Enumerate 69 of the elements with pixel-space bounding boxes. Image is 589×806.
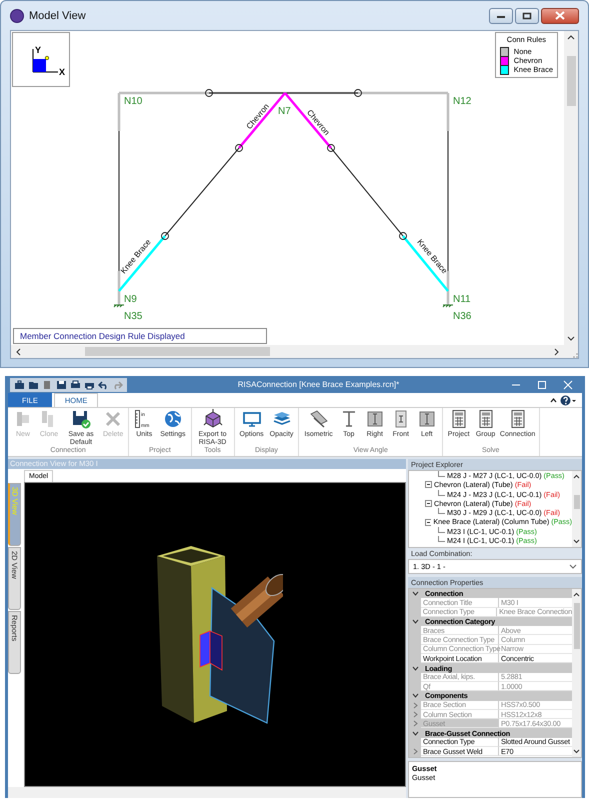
hinge-marker xyxy=(161,232,169,240)
hinge-marker xyxy=(205,89,213,97)
save-icon[interactable] xyxy=(56,380,67,390)
close-icon[interactable] xyxy=(562,380,574,390)
undo-icon[interactable] xyxy=(98,380,109,390)
expand-icon[interactable] xyxy=(412,748,418,756)
monitor-icon xyxy=(242,409,262,429)
collapse-icon[interactable] xyxy=(412,666,419,671)
collapse-icon[interactable] xyxy=(412,730,419,736)
scroll-thumb[interactable] xyxy=(574,495,580,509)
briefcase-icon[interactable] xyxy=(14,380,25,390)
window-title: RISAConnection [Knee Brace Examples.rcn]* xyxy=(236,380,400,389)
collapse-icon[interactable] xyxy=(425,518,432,526)
collapse-icon[interactable] xyxy=(549,396,558,404)
minimize-button[interactable] xyxy=(489,8,513,24)
scroll-thumb[interactable] xyxy=(85,347,270,356)
maximize-button[interactable] xyxy=(515,8,539,24)
collapse-icon[interactable] xyxy=(412,591,419,596)
hinge-marker xyxy=(235,144,243,152)
section-view-icon xyxy=(416,409,437,429)
node-label: N12 xyxy=(453,96,472,107)
node-label: N10 xyxy=(124,96,142,107)
scroll-down-icon[interactable] xyxy=(567,336,575,342)
horizontal-scrollbar[interactable] xyxy=(11,345,564,358)
scroll-thumb[interactable] xyxy=(574,603,580,649)
collapse-icon[interactable] xyxy=(412,619,419,624)
scroll-down-icon[interactable] xyxy=(573,749,580,754)
support-icon xyxy=(442,304,454,308)
node-label: N11 xyxy=(453,294,471,305)
maximize-icon[interactable] xyxy=(536,380,548,390)
hinge-marker xyxy=(399,232,407,240)
collapse-icon[interactable] xyxy=(425,481,432,488)
expand-icon[interactable] xyxy=(412,720,418,728)
vertical-scrollbar[interactable] xyxy=(564,31,578,345)
cube-icon xyxy=(202,409,223,429)
window-title: Model View xyxy=(29,10,86,22)
scroll-down-icon[interactable] xyxy=(573,539,580,544)
scroll-up-icon[interactable] xyxy=(573,474,580,479)
node-label: N36 xyxy=(453,311,472,322)
status-message: Member Connection Design Rule Displayed xyxy=(13,328,267,344)
vertical-scrollbar[interactable] xyxy=(572,471,581,547)
dropdown-icon xyxy=(569,564,577,569)
hinge-marker xyxy=(327,144,335,152)
app-icon xyxy=(10,8,24,22)
axis-triad-drawing: Y X xyxy=(16,36,66,82)
3d-viewport[interactable] xyxy=(24,482,406,787)
node-label: N9 xyxy=(124,294,137,305)
scroll-thumb[interactable] xyxy=(566,56,576,106)
hinge-marker xyxy=(354,89,362,97)
help-icon[interactable] xyxy=(560,394,576,406)
collapse-icon[interactable] xyxy=(425,500,432,508)
printer-icon[interactable] xyxy=(70,380,81,390)
node-label: N35 xyxy=(124,311,142,322)
scroll-left-icon[interactable] xyxy=(15,348,21,356)
folder-icon[interactable] xyxy=(28,380,39,390)
collapse-icon[interactable] xyxy=(412,693,419,698)
vertical-scrollbar[interactable] xyxy=(572,589,581,757)
expand-icon[interactable] xyxy=(412,702,418,709)
node-label: N7 xyxy=(278,106,291,117)
scroll-up-icon[interactable] xyxy=(573,592,580,597)
restore-icon xyxy=(522,12,532,20)
scroll-right-icon[interactable] xyxy=(554,348,560,356)
section-view-icon xyxy=(364,409,385,429)
scroll-up-icon[interactable] xyxy=(567,34,575,40)
beam-icon xyxy=(308,409,329,429)
expand-icon[interactable] xyxy=(412,711,418,718)
close-button[interactable] xyxy=(541,8,579,24)
support-icon xyxy=(114,304,124,308)
close-icon xyxy=(555,11,565,20)
